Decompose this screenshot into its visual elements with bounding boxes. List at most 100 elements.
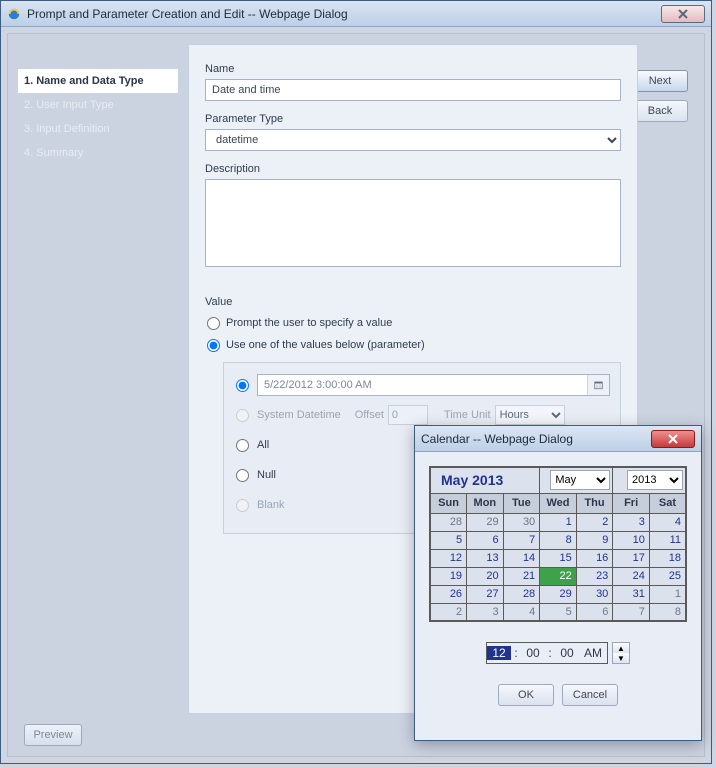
calendar-day-cell[interactable]: 18 [649, 549, 686, 567]
calendar-day-cell[interactable]: 1 [540, 513, 577, 531]
step-summary[interactable]: 4. Summary [18, 141, 178, 165]
calendar-day-cell[interactable]: 2 [576, 513, 613, 531]
calendar-week-row: 567891011 [430, 531, 686, 549]
param-type-select[interactable]: datetime [205, 129, 621, 151]
description-textarea[interactable] [205, 179, 621, 267]
calendar-day-cell[interactable]: 4 [503, 603, 540, 621]
calendar-day-cell[interactable]: 14 [503, 549, 540, 567]
calendar-week-row: 2627282930311 [430, 585, 686, 603]
time-ampm[interactable]: AM [579, 646, 607, 660]
calendar-day-cell[interactable]: 3 [467, 603, 504, 621]
window-title: Prompt and Parameter Creation and Edit -… [27, 7, 661, 21]
null-radio[interactable] [236, 469, 249, 482]
time-unit-label: Time Unit [444, 409, 491, 421]
calendar-day-cell[interactable]: 13 [467, 549, 504, 567]
calendar-month-select[interactable]: May [550, 470, 610, 490]
literal-date-radio[interactable] [236, 379, 249, 392]
calendar-day-cell[interactable]: 7 [503, 531, 540, 549]
calendar-day-cell[interactable]: 15 [540, 549, 577, 567]
calendar-day-cell[interactable]: 6 [576, 603, 613, 621]
offset-input [388, 405, 428, 425]
calendar-day-cell[interactable]: 28 [430, 513, 467, 531]
close-button[interactable] [661, 5, 705, 23]
value-use-label: Use one of the values below (parameter) [226, 339, 425, 351]
calendar-close-button[interactable] [651, 430, 695, 448]
step-name-and-data-type[interactable]: 1. Name and Data Type [18, 69, 178, 93]
value-prompt-label: Prompt the user to specify a value [226, 317, 392, 329]
calendar-title: Calendar -- Webpage Dialog [421, 432, 651, 446]
system-datetime-label: System Datetime [257, 409, 341, 421]
step-input-definition[interactable]: 3. Input Definition [18, 117, 178, 141]
calendar-day-cell[interactable]: 20 [467, 567, 504, 585]
wizard-steps: 1. Name and Data Type 2. User Input Type… [18, 69, 178, 165]
blank-radio [236, 499, 249, 512]
calendar-day-cell[interactable]: 4 [649, 513, 686, 531]
all-radio[interactable] [236, 439, 249, 452]
value-use-radio[interactable] [207, 339, 220, 352]
calendar-day-cell[interactable]: 2 [430, 603, 467, 621]
calendar-day-cell[interactable]: 24 [613, 567, 650, 585]
time-seconds[interactable]: 00 [555, 646, 579, 660]
value-prompt-radio[interactable] [207, 317, 220, 330]
open-calendar-button[interactable] [587, 375, 609, 395]
ie-icon [7, 7, 21, 21]
calendar-table: May 2013 May 2013 SunMonTueWedThuFriSat … [429, 466, 687, 622]
calendar-year-select[interactable]: 2013 [627, 470, 683, 490]
name-input[interactable] [205, 79, 621, 101]
calendar-day-cell[interactable]: 11 [649, 531, 686, 549]
calendar-cancel-button[interactable]: Cancel [562, 684, 618, 706]
calendar-day-cell[interactable]: 30 [503, 513, 540, 531]
calendar-day-cell[interactable]: 6 [467, 531, 504, 549]
description-label: Description [205, 163, 621, 175]
calendar-titlebar: Calendar -- Webpage Dialog [415, 426, 701, 452]
value-use-option[interactable]: Use one of the values below (parameter) [205, 334, 621, 356]
preview-button[interactable]: Preview [24, 724, 82, 746]
calendar-day-cell[interactable]: 9 [576, 531, 613, 549]
calendar-day-cell[interactable]: 8 [540, 531, 577, 549]
calendar-week-row: 2345678 [430, 603, 686, 621]
calendar-day-cell[interactable]: 5 [540, 603, 577, 621]
calendar-day-cell[interactable]: 19 [430, 567, 467, 585]
spin-down-button[interactable]: ▼ [613, 653, 629, 663]
calendar-day-cell[interactable]: 3 [613, 513, 650, 531]
calendar-day-cell[interactable]: 17 [613, 549, 650, 567]
calendar-dow-row: SunMonTueWedThuFriSat [430, 493, 686, 513]
time-spinner: ▲ ▼ [612, 642, 630, 664]
value-prompt-option[interactable]: Prompt the user to specify a value [205, 312, 621, 334]
back-button[interactable]: Back [632, 100, 688, 122]
calendar-day-cell[interactable]: 21 [503, 567, 540, 585]
calendar-day-cell[interactable]: 30 [576, 585, 613, 603]
calendar-day-cell[interactable]: 22 [540, 567, 577, 585]
next-button[interactable]: Next [632, 70, 688, 92]
calendar-day-cell[interactable]: 8 [649, 603, 686, 621]
time-hours[interactable]: 12 [487, 646, 511, 660]
calendar-ok-button[interactable]: OK [498, 684, 554, 706]
titlebar: Prompt and Parameter Creation and Edit -… [1, 1, 711, 27]
calendar-day-cell[interactable]: 29 [467, 513, 504, 531]
calendar-day-cell[interactable]: 7 [613, 603, 650, 621]
calendar-day-cell[interactable]: 27 [467, 585, 504, 603]
step-user-input-type[interactable]: 2. User Input Type [18, 93, 178, 117]
time-unit-select[interactable]: Hours [495, 405, 565, 425]
blank-label: Blank [257, 499, 285, 511]
value-label: Value [205, 296, 621, 308]
spin-up-button[interactable]: ▲ [613, 643, 629, 653]
time-minutes[interactable]: 00 [521, 646, 545, 660]
calendar-dialog: Calendar -- Webpage Dialog May 2013 May … [414, 425, 702, 741]
calendar-day-cell[interactable]: 31 [613, 585, 650, 603]
calendar-week-row: 12131415161718 [430, 549, 686, 567]
calendar-day-cell[interactable]: 25 [649, 567, 686, 585]
all-label: All [257, 439, 269, 451]
calendar-day-cell[interactable]: 23 [576, 567, 613, 585]
date-input[interactable] [258, 377, 587, 393]
calendar-day-cell[interactable]: 28 [503, 585, 540, 603]
calendar-week-row: 2829301234 [430, 513, 686, 531]
calendar-day-cell[interactable]: 5 [430, 531, 467, 549]
calendar-day-cell[interactable]: 29 [540, 585, 577, 603]
calendar-day-cell[interactable]: 1 [649, 585, 686, 603]
calendar-week-row: 19202122232425 [430, 567, 686, 585]
calendar-day-cell[interactable]: 10 [613, 531, 650, 549]
calendar-day-cell[interactable]: 16 [576, 549, 613, 567]
calendar-day-cell[interactable]: 26 [430, 585, 467, 603]
calendar-day-cell[interactable]: 12 [430, 549, 467, 567]
